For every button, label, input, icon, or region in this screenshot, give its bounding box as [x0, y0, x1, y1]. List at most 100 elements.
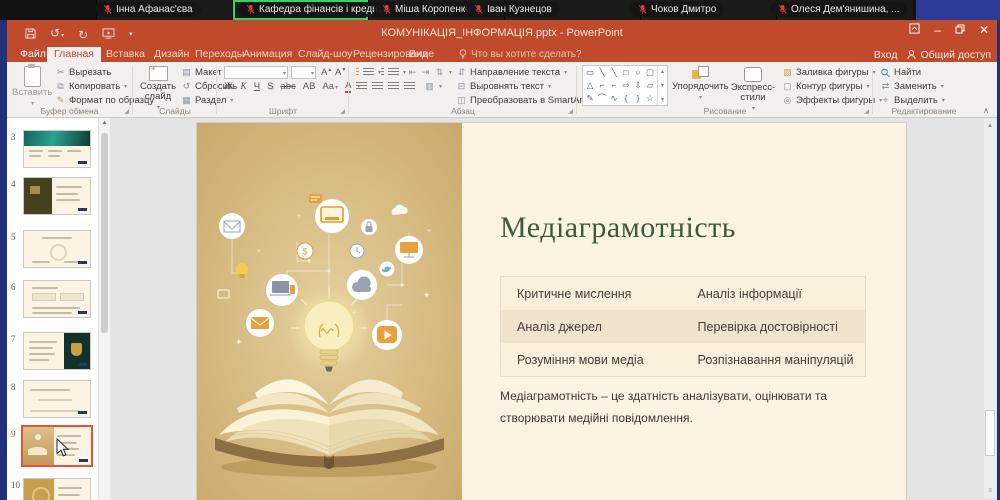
- paste-button[interactable]: Вставить▾: [12, 64, 52, 109]
- shape-glyph[interactable]: ⌐: [608, 79, 620, 92]
- underline-button[interactable]: Ч: [254, 81, 260, 92]
- line-spacing-button[interactable]: ⇅▾: [434, 66, 452, 79]
- shape-glyph[interactable]: ○: [632, 66, 644, 79]
- restore-button[interactable]: [955, 23, 965, 37]
- table-cell[interactable]: Розуміння мови медіа: [501, 353, 698, 367]
- font-name-combo[interactable]: ▾: [224, 66, 288, 79]
- numbering-button[interactable]: ▾: [381, 66, 406, 79]
- scroll-up-icon[interactable]: ▲: [99, 120, 110, 126]
- shape-glyph[interactable]: △: [584, 79, 596, 92]
- tab-1[interactable]: Главная: [47, 47, 101, 63]
- dialog-launcher-icon[interactable]: ◢: [124, 108, 129, 115]
- shape-glyph[interactable]: ⌐: [596, 79, 608, 92]
- change-case-button[interactable]: Aa▾: [322, 81, 338, 92]
- align-right-button[interactable]: [388, 80, 399, 93]
- shape-glyph[interactable]: ∿: [608, 92, 620, 105]
- table-row[interactable]: Аналіз джерелПеревірка достовірності: [501, 310, 865, 343]
- group-separator: [216, 66, 217, 114]
- screen: Інна Афанас'єваКафедра фінансів і креди.…: [0, 0, 1000, 500]
- ribbon-display-options-button[interactable]: [909, 23, 920, 37]
- shape-glyph[interactable]: ▢: [644, 66, 656, 79]
- paste-icon: [24, 66, 41, 87]
- decrease-indent-button[interactable]: ⇤: [407, 66, 418, 79]
- slide-table[interactable]: Критичне мисленняАналіз інформаціїАналіз…: [500, 276, 866, 377]
- increase-indent-button[interactable]: ⇥: [420, 66, 431, 79]
- panel-scrollbar[interactable]: ▲: [98, 117, 110, 500]
- table-cell[interactable]: Критичне мислення: [501, 287, 698, 301]
- shape-glyph[interactable]: ✎: [584, 92, 596, 105]
- slide-thumbnail-5[interactable]: [23, 230, 91, 268]
- slide-number: 5: [11, 232, 16, 242]
- shape-glyph[interactable]: ⌒: [596, 92, 608, 105]
- bold-button[interactable]: Ж: [224, 82, 233, 92]
- arrange-button[interactable]: Упорядочить▾: [672, 64, 728, 103]
- shape-glyph[interactable]: ⇩: [632, 79, 644, 92]
- slide-thumbnail-4[interactable]: [23, 177, 91, 215]
- dialog-launcher-icon[interactable]: ◢: [864, 108, 869, 115]
- text-shadow-button[interactable]: S: [267, 81, 273, 92]
- dialog-launcher-icon[interactable]: ◢: [340, 108, 345, 115]
- minimize-button[interactable]: –: [934, 23, 941, 37]
- shape-outline-button[interactable]: ▢Контур фигуры▾: [782, 80, 869, 93]
- shape-glyph[interactable]: ▱: [644, 79, 656, 92]
- character-spacing-button[interactable]: АВ: [303, 81, 316, 92]
- account-area: Вход Общий доступ: [874, 47, 991, 62]
- scroll-split-icon[interactable]: ≡: [984, 488, 996, 494]
- table-cell[interactable]: Аналіз інформації: [698, 287, 865, 301]
- shape-glyph[interactable]: ╲: [596, 66, 608, 79]
- shape-fill-button[interactable]: ▨Заливка фигуры▾: [782, 66, 876, 79]
- shape-glyph[interactable]: □: [620, 66, 632, 79]
- shape-glyph[interactable]: ⇨: [620, 79, 632, 92]
- slide-thumbnail-10[interactable]: [23, 478, 91, 500]
- bullets-button[interactable]: ▾: [356, 66, 381, 79]
- scroll-up-icon[interactable]: ▲: [984, 123, 996, 129]
- table-cell[interactable]: Перевірка достовірності: [698, 320, 865, 334]
- text-direction-button[interactable]: ⇵Направление текста▾: [456, 66, 567, 79]
- close-button[interactable]: ✕: [979, 23, 989, 37]
- sign-in-button[interactable]: Вход: [874, 49, 898, 61]
- align-text-button[interactable]: ⊟Выровнять текст▾: [456, 80, 551, 93]
- replace-button[interactable]: ⇄Заменить▾: [880, 80, 944, 93]
- mic-muted-icon: [474, 4, 483, 15]
- align-center-button[interactable]: [372, 80, 383, 93]
- align-left-button[interactable]: [356, 80, 367, 93]
- slide-canvas[interactable]: $ ✦+ ++ +✦: [197, 123, 906, 500]
- panel-scroll-thumb[interactable]: [101, 133, 108, 333]
- italic-button[interactable]: К: [240, 82, 246, 92]
- slide-thumbnail-6[interactable]: [23, 280, 91, 318]
- table-row[interactable]: Розуміння мови медіаРозпізнавання маніпу…: [501, 343, 865, 376]
- strikethrough-button[interactable]: abc: [280, 81, 295, 92]
- cut-button[interactable]: ✂Вырезать: [55, 66, 111, 79]
- slide-thumbnail-7[interactable]: [23, 332, 91, 370]
- grow-font-button[interactable]: А▲: [321, 66, 336, 79]
- shape-glyph[interactable]: ▭: [584, 66, 596, 79]
- table-cell[interactable]: Розпізнавання маніпуляцій: [698, 353, 865, 367]
- collapse-ribbon-button[interactable]: ∧: [983, 106, 989, 115]
- share-button[interactable]: Общий доступ: [907, 49, 991, 61]
- slide-body-text[interactable]: Медіаграмотність – це здатність аналізув…: [500, 385, 880, 429]
- shapes-gallery-scroll[interactable]: ▴▾▾̱: [657, 66, 667, 105]
- slide-thumbnail-3[interactable]: [23, 130, 91, 168]
- tell-me-box[interactable]: Что вы хотите сделать?: [459, 47, 582, 62]
- columns-button[interactable]: ▥▾: [424, 80, 442, 93]
- scroll-thumb[interactable]: [985, 410, 995, 456]
- tab-2[interactable]: Вставка: [99, 47, 152, 62]
- shape-glyph[interactable]: {: [620, 92, 632, 105]
- find-button[interactable]: Найти: [880, 66, 921, 79]
- table-row[interactable]: Критичне мисленняАналіз інформації: [501, 277, 865, 310]
- shape-glyph[interactable]: ╲: [608, 66, 620, 79]
- slide-illustration[interactable]: $ ✦+ ++ +✦: [197, 123, 462, 500]
- copy-button[interactable]: ⧉Копировать▾: [55, 80, 127, 93]
- tab-5[interactable]: Анимация: [236, 47, 299, 62]
- tab-8[interactable]: Вид: [402, 47, 435, 62]
- shape-glyph[interactable]: }: [632, 92, 644, 105]
- dialog-launcher-icon[interactable]: ◢: [568, 108, 573, 115]
- slide-title[interactable]: Медіаграмотність: [500, 211, 736, 245]
- person-icon: [907, 50, 916, 60]
- main-scrollbar[interactable]: ▲ ≡: [984, 119, 996, 498]
- table-cell[interactable]: Аналіз джерел: [501, 320, 698, 334]
- font-size-combo[interactable]: ▾: [291, 66, 316, 79]
- slide-thumbnail-8[interactable]: [23, 380, 91, 418]
- shape-glyph[interactable]: ☆: [644, 92, 656, 105]
- justify-button[interactable]: [404, 80, 415, 93]
